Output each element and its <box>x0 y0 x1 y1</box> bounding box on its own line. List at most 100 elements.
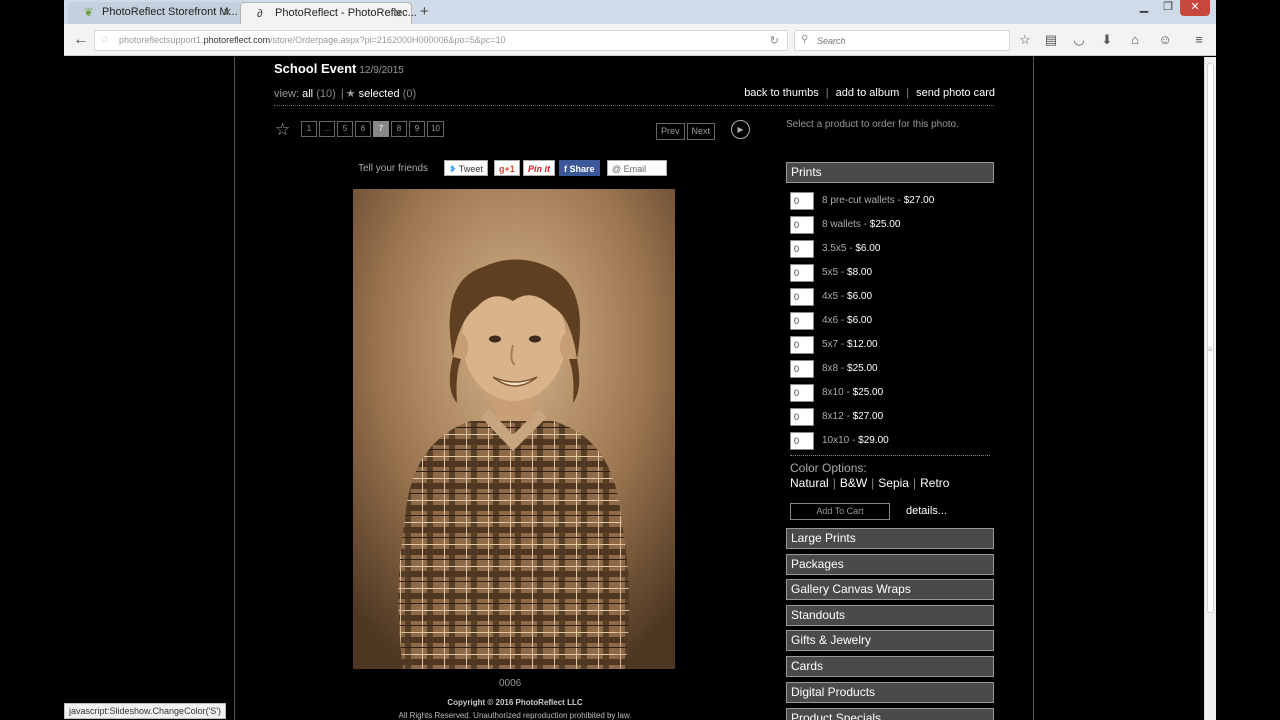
back-to-thumbs-link[interactable]: back to thumbs <box>744 87 819 99</box>
scrollbar-thumb[interactable] <box>1207 63 1214 613</box>
next-button[interactable]: Next <box>686 123 716 140</box>
browser-window: ❦ PhotoReflect Storefront M... ✕ ∂ Photo… <box>64 0 1216 720</box>
pinterest-button[interactable]: Pin it <box>523 160 555 176</box>
page-5[interactable]: 5 <box>337 121 353 137</box>
search-bar[interactable]: ⚲ <box>794 30 1010 51</box>
tab-title: PhotoReflect Storefront M... <box>102 6 238 18</box>
search-input[interactable] <box>815 33 995 48</box>
quantity-input[interactable] <box>790 192 814 210</box>
quantity-input[interactable] <box>790 264 814 282</box>
new-tab-icon[interactable]: + <box>420 3 429 20</box>
window-close-icon[interactable]: ✕ <box>1180 0 1210 16</box>
portrait-photo[interactable] <box>353 189 675 669</box>
bookmark-star-icon[interactable]: ☆ <box>1016 32 1034 48</box>
quantity-input[interactable] <box>790 288 814 306</box>
event-title: School Event 12/9/2015 <box>274 61 404 76</box>
home-icon[interactable]: ⌂ <box>1126 32 1144 48</box>
quantity-input[interactable] <box>790 384 814 402</box>
back-arrow-icon[interactable]: ← <box>70 30 92 50</box>
order-page: School Event 12/9/2015 view: all (10) | ★ … <box>234 57 1034 720</box>
color-bw[interactable]: B&W <box>840 476 867 490</box>
category-cards[interactable]: Cards <box>786 656 994 677</box>
color-options: Natural | B&W | Sepia | Retro <box>790 476 950 490</box>
category-packages[interactable]: Packages <box>786 554 994 575</box>
url-text[interactable]: photoreflectsupport1.photoreflect.com/st… <box>119 35 506 45</box>
twitter-bird-icon: ❥ <box>449 164 457 174</box>
search-icon: ⚲ <box>801 34 809 45</box>
tab-photoreflect[interactable]: ∂ PhotoReflect - PhotoReflec... ✕ <box>240 2 417 24</box>
reload-icon[interactable]: ↻ <box>770 34 779 47</box>
print-row: 8x12 - $27.00 <box>790 408 996 426</box>
page-7-current[interactable]: 7 <box>373 121 389 137</box>
prints-header[interactable]: Prints <box>786 162 994 183</box>
pager: 1... 5 6 7 8 9 10 <box>301 121 446 139</box>
color-sepia[interactable]: Sepia <box>878 476 909 490</box>
top-links: back to thumbs | add to album | send photo c… <box>744 87 995 99</box>
print-row: 8 wallets - $25.00 <box>790 216 996 234</box>
close-icon[interactable]: ✕ <box>394 7 403 20</box>
vertical-scrollbar[interactable]: ≡ <box>1204 57 1216 720</box>
quantity-input[interactable] <box>790 360 814 378</box>
play-slideshow-icon[interactable]: ▶ <box>731 120 750 139</box>
event-date: 12/9/2015 <box>359 65 404 76</box>
divider <box>274 105 994 106</box>
category-standouts[interactable]: Standouts <box>786 605 994 626</box>
page-10[interactable]: 10 <box>427 121 444 137</box>
favorite-star-icon[interactable]: ☆ <box>275 120 290 140</box>
quantity-input[interactable] <box>790 432 814 450</box>
add-to-cart-button[interactable]: Add To Cart <box>790 503 890 520</box>
quantity-input[interactable] <box>790 216 814 234</box>
navigation-bar: ← ◌ photoreflectsupport1.photoreflect.co… <box>64 24 1216 56</box>
category-gifts-jewelry[interactable]: Gifts & Jewelry <box>786 630 994 651</box>
page-8[interactable]: 8 <box>391 121 407 137</box>
page-9[interactable]: 9 <box>409 121 425 137</box>
tweet-button[interactable]: ❥ Tweet <box>444 160 488 176</box>
facebook-icon: f <box>564 164 567 174</box>
color-natural[interactable]: Natural <box>790 476 829 490</box>
tab-bar: ❦ PhotoReflect Storefront M... ✕ ∂ Photo… <box>64 0 1216 24</box>
color-retro[interactable]: Retro <box>920 476 949 490</box>
print-row: 8x10 - $25.00 <box>790 384 996 402</box>
tab-storefront[interactable]: ❦ PhotoReflect Storefront M... ✕ <box>68 2 240 24</box>
globe-icon: ◌ <box>101 33 108 45</box>
category-gallery-canvas-wraps[interactable]: Gallery Canvas Wraps <box>786 579 994 600</box>
category-digital-products[interactable]: Digital Products <box>786 682 994 703</box>
prev-button[interactable]: Prev <box>656 123 685 140</box>
reading-list-icon[interactable]: ▤ <box>1042 32 1060 48</box>
view-selected-link[interactable]: selected <box>359 88 400 100</box>
menu-icon[interactable]: ≡ <box>1190 32 1208 48</box>
quantity-input[interactable] <box>790 408 814 426</box>
maximize-icon[interactable]: ❐ <box>1156 0 1180 16</box>
add-to-album-link[interactable]: add to album <box>836 87 900 99</box>
quantity-input[interactable] <box>790 240 814 258</box>
page-6[interactable]: 6 <box>355 121 371 137</box>
close-icon[interactable]: ✕ <box>223 6 232 19</box>
send-photo-card-link[interactable]: send photo card <box>916 87 995 99</box>
loading-icon: ∂ <box>257 8 263 20</box>
download-icon[interactable]: ⬇ <box>1098 32 1116 48</box>
view-filter: view: all (10) | ★ selected (0) <box>274 88 417 100</box>
pocket-icon[interactable]: ◡ <box>1070 32 1088 48</box>
right-backdrop <box>1216 0 1280 720</box>
print-row: 8 pre-cut wallets - $27.00 <box>790 192 996 210</box>
page-1[interactable]: 1 <box>301 121 317 137</box>
print-row: 5x5 - $8.00 <box>790 264 996 282</box>
category-large-prints[interactable]: Large Prints <box>786 528 994 549</box>
print-row: 4x6 - $6.00 <box>790 312 996 330</box>
divider <box>790 455 990 456</box>
facebook-share-button[interactable]: f Share <box>559 160 600 176</box>
view-all-link[interactable]: all <box>302 88 313 100</box>
category-product-specials[interactable]: Product Specials <box>786 708 994 720</box>
quantity-input[interactable] <box>790 336 814 354</box>
chat-icon[interactable]: ☺ <box>1156 32 1174 48</box>
print-row: 10x10 - $29.00 <box>790 432 996 450</box>
email-button[interactable]: @ Email <box>607 160 667 176</box>
page-ellipsis[interactable]: ... <box>319 121 335 137</box>
details-link[interactable]: details... <box>906 505 947 517</box>
print-row: 8x8 - $25.00 <box>790 360 996 378</box>
address-bar[interactable]: ◌ photoreflectsupport1.photoreflect.com/… <box>94 30 788 51</box>
prev-next: Prev Next <box>656 121 717 140</box>
google-plus-button[interactable]: g+1 <box>494 160 520 176</box>
quantity-input[interactable] <box>790 312 814 330</box>
minimize-icon[interactable]: ▁ <box>1132 0 1156 16</box>
